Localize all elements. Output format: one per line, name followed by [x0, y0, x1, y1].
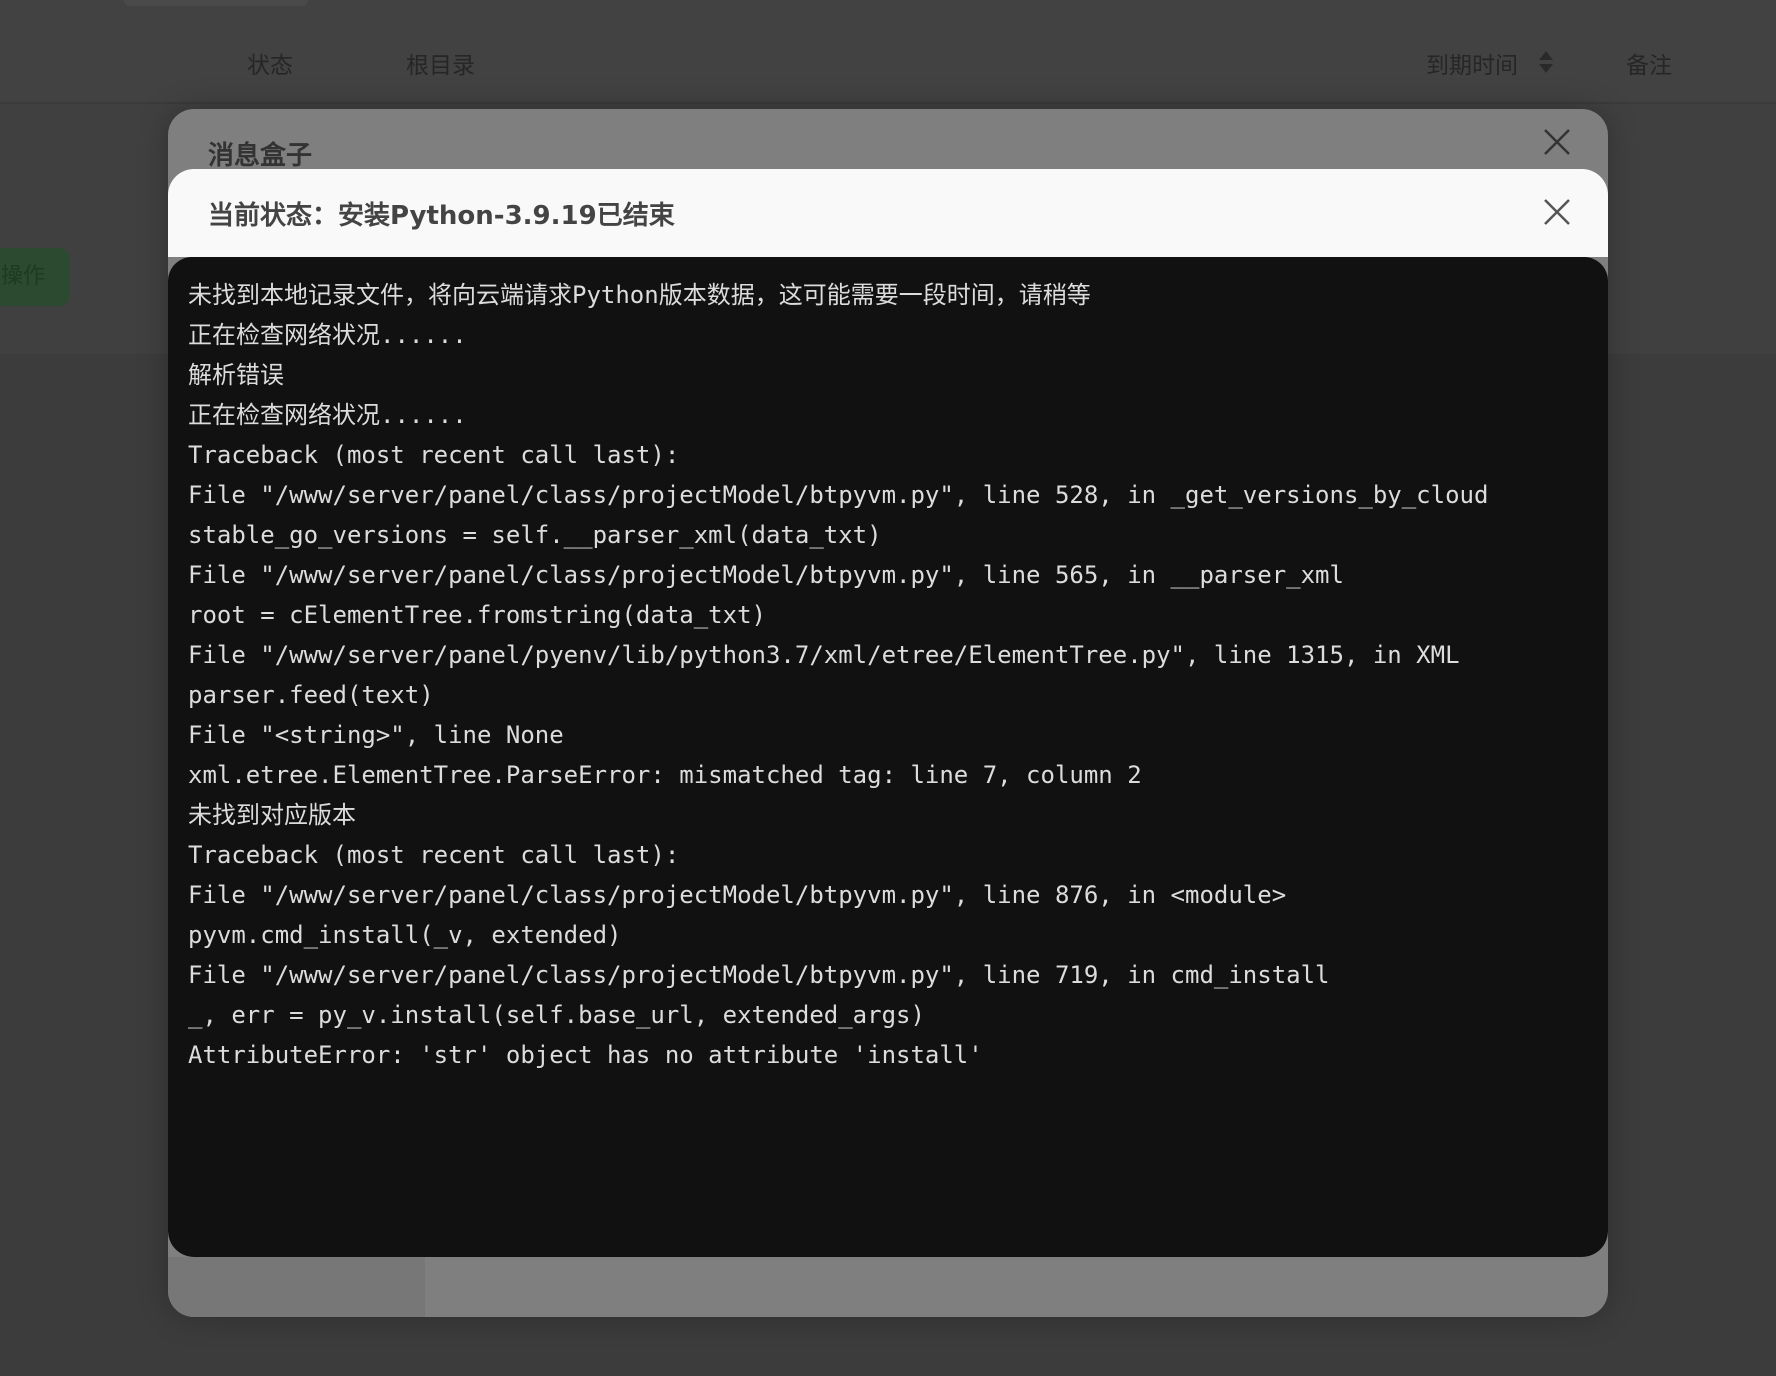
log-line: _, err = py_v.install(self.base_url, ext…: [188, 1001, 925, 1029]
log-line: stable_go_versions = self.__parser_xml(d…: [188, 521, 882, 549]
dialog-side-panel: [168, 1257, 425, 1317]
close-icon: [1544, 129, 1570, 155]
close-icon: [1544, 199, 1570, 225]
log-line: File "/www/server/panel/class/projectMod…: [188, 961, 1330, 989]
log-line: AttributeError: 'str' object has no attr…: [188, 1041, 983, 1069]
log-line: pyvm.cmd_install(_v, extended): [188, 921, 622, 949]
column-header-remark[interactable]: 备注: [1626, 46, 1672, 80]
log-line: 未找到对应版本: [188, 801, 356, 829]
log-line: Traceback (most recent call last):: [188, 441, 680, 469]
status-dialog-title: 当前状态：安装Python-3.9.19已结束: [208, 201, 675, 231]
status-dialog-close-button[interactable]: [1542, 197, 1572, 227]
column-header-expiry[interactable]: 到期时间: [1426, 46, 1518, 80]
install-log-console[interactable]: 未找到本地记录文件，将向云端请求Python版本数据，这可能需要一段时间，请稍等…: [168, 257, 1608, 1257]
message-box-title: 消息盒子: [208, 141, 313, 171]
log-line: root = cElementTree.fromstring(data_txt): [188, 601, 766, 629]
column-header-root-dir[interactable]: 根目录: [406, 46, 475, 80]
log-line: Traceback (most recent call last):: [188, 841, 680, 869]
log-line: 解析错误: [188, 361, 284, 389]
log-line: xml.etree.ElementTree.ParseError: mismat…: [188, 761, 1142, 789]
sort-icon[interactable]: [1537, 50, 1555, 74]
message-box-close-button[interactable]: [1542, 127, 1572, 157]
log-line: File "/www/server/panel/class/projectMod…: [188, 481, 1489, 509]
log-line: parser.feed(text): [188, 681, 434, 709]
log-line: 未找到本地记录文件，将向云端请求Python版本数据，这可能需要一段时间，请稍等: [188, 281, 1091, 309]
log-line: File "/www/server/panel/pyenv/lib/python…: [188, 641, 1460, 669]
top-tab-stub: [124, 0, 308, 6]
log-line: File "/www/server/panel/class/projectMod…: [188, 561, 1344, 589]
log-line: File "<string>", line None: [188, 721, 564, 749]
log-line: File "/www/server/panel/class/projectMod…: [188, 881, 1287, 909]
log-line: 正在检查网络状况......: [188, 401, 467, 429]
table-header: 状态 根目录 到期时间 备注: [0, 0, 1776, 104]
log-line: 正在检查网络状况......: [188, 321, 467, 349]
install-status-dialog: 当前状态：安装Python-3.9.19已结束 未找到本地记录文件，将向云端请求…: [168, 169, 1608, 1257]
status-dialog-header: 当前状态：安装Python-3.9.19已结束: [168, 169, 1608, 257]
action-button[interactable]: 操作: [0, 248, 69, 306]
column-header-status[interactable]: 状态: [247, 46, 293, 80]
